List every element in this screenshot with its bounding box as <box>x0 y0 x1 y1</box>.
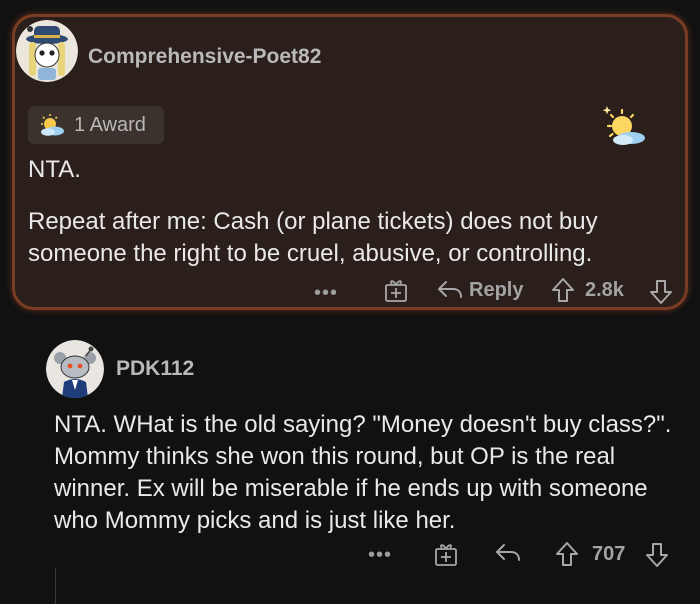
reply-button[interactable]: Reply <box>469 279 523 302</box>
gift-award-icon[interactable] <box>382 276 410 304</box>
award-chip[interactable]: 1 Award <box>28 106 164 144</box>
reply-arrow-icon[interactable] <box>494 541 522 565</box>
more-options-button[interactable]: ••• <box>314 282 338 305</box>
comment-body-paragraph: NTA. WHat is the old saying? "Money does… <box>54 411 672 534</box>
sun-cloud-icon <box>38 113 66 137</box>
gift-award-icon[interactable] <box>432 540 460 568</box>
vote-score: 2.8k <box>585 279 624 301</box>
downvote-arrow-icon[interactable] <box>644 541 670 569</box>
comment-author[interactable]: PDK112 <box>116 357 194 381</box>
reply-arrow-icon[interactable] <box>436 278 464 302</box>
comment-thread: Comprehensive-Poet82 1 Award NTA. Repeat… <box>0 0 700 604</box>
comment-body-paragraph: Repeat after me: Cash (or plane tickets)… <box>28 208 598 267</box>
comment-author[interactable]: Comprehensive-Poet82 <box>88 45 321 69</box>
upvote-arrow-icon[interactable] <box>550 276 576 304</box>
award-sun-cloud-icon[interactable] <box>598 104 648 150</box>
user-avatar[interactable] <box>46 340 104 398</box>
vote-score: 707 <box>592 543 626 565</box>
comment-body-line: NTA. <box>28 156 81 183</box>
upvote-arrow-icon[interactable] <box>554 540 580 568</box>
more-options-button[interactable]: ••• <box>368 544 392 567</box>
user-avatar[interactable] <box>16 20 78 82</box>
award-count-label: 1 Award <box>74 113 146 136</box>
thread-line[interactable] <box>55 568 56 604</box>
downvote-arrow-icon[interactable] <box>648 278 674 306</box>
